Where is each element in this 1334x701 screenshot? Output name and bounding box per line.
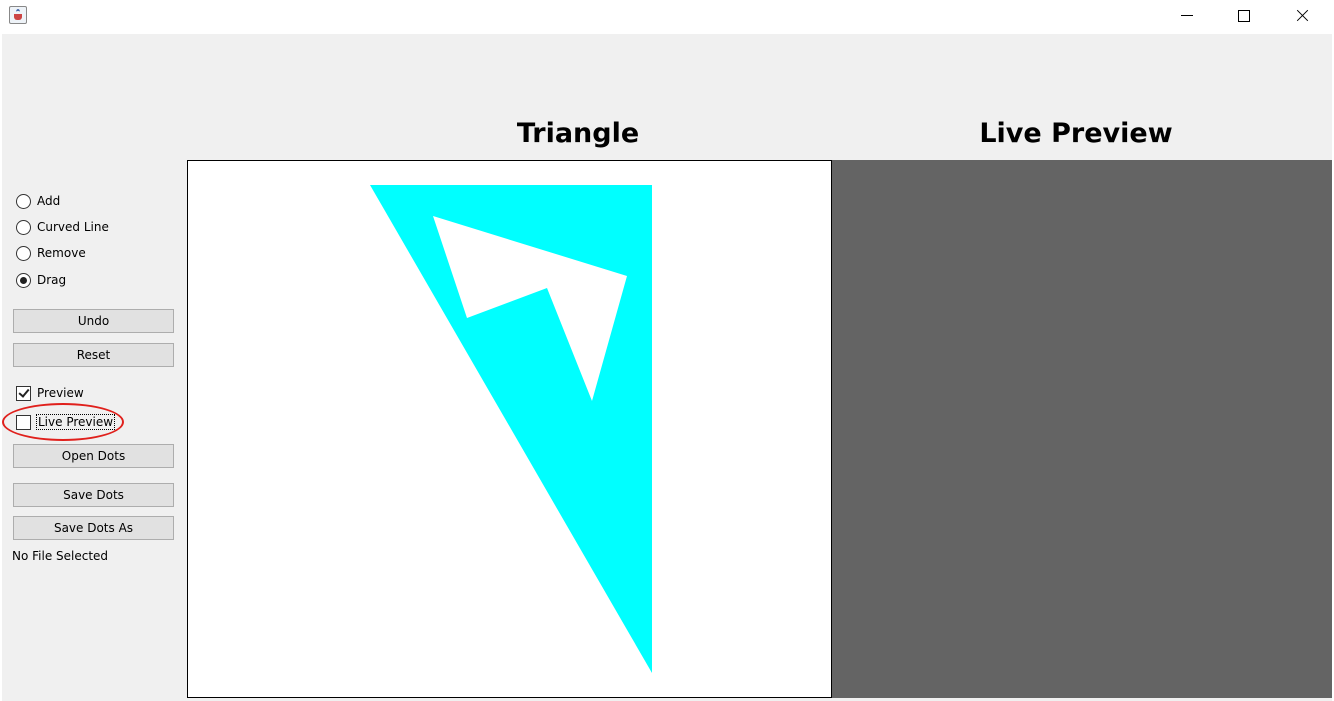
save-dots-button[interactable]: Save Dots bbox=[13, 483, 174, 507]
checkbox-checked[interactable] bbox=[16, 385, 31, 401]
radio-label: Remove bbox=[37, 246, 86, 260]
checkbox-label: Live Preview bbox=[35, 414, 116, 430]
minimize-icon[interactable] bbox=[1157, 0, 1215, 32]
radio-drag[interactable]: Drag bbox=[16, 270, 66, 290]
open-dots-button[interactable]: Open Dots bbox=[13, 444, 174, 468]
preview-checkbox[interactable]: Preview bbox=[16, 383, 84, 403]
radio-remove[interactable]: Remove bbox=[16, 243, 86, 263]
radio-label: Curved Line bbox=[37, 220, 109, 234]
undo-button[interactable]: Undo bbox=[13, 309, 174, 333]
title-bar bbox=[0, 0, 1334, 34]
radio-circle[interactable] bbox=[16, 219, 31, 235]
radio-circle[interactable] bbox=[16, 245, 31, 261]
live-preview-panel-title: Live Preview bbox=[979, 118, 1173, 149]
save-dots-as-button[interactable]: Save Dots As bbox=[13, 516, 174, 540]
radio-circle-selected[interactable] bbox=[16, 272, 31, 288]
live-preview-canvas bbox=[832, 160, 1332, 698]
checkbox-label: Preview bbox=[37, 386, 84, 400]
radio-circle[interactable] bbox=[16, 193, 31, 209]
live-preview-checkbox[interactable]: Live Preview bbox=[16, 412, 116, 432]
close-icon[interactable] bbox=[1273, 0, 1331, 32]
file-status-label: No File Selected bbox=[12, 549, 109, 563]
triangle-panel-title: Triangle bbox=[516, 118, 640, 149]
radio-add[interactable]: Add bbox=[16, 191, 60, 211]
triangle-canvas[interactable] bbox=[187, 160, 832, 698]
reset-button[interactable]: Reset bbox=[13, 343, 174, 367]
maximize-icon[interactable] bbox=[1215, 0, 1273, 32]
triangle-drawing bbox=[370, 185, 652, 673]
radio-label: Add bbox=[37, 194, 61, 208]
window-border bbox=[0, 34, 2, 701]
radio-curved-line[interactable]: Curved Line bbox=[16, 217, 109, 237]
checkbox-unchecked[interactable] bbox=[16, 414, 31, 430]
radio-label: Drag bbox=[37, 273, 67, 287]
java-app-icon bbox=[9, 6, 27, 24]
